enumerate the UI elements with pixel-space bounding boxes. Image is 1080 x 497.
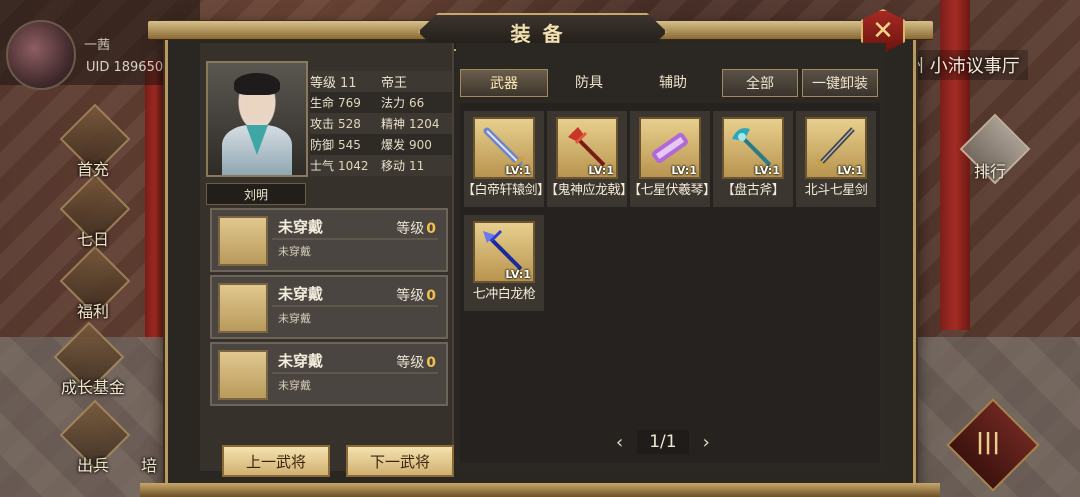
menu-icon: ||| [976, 430, 1001, 455]
stat-value: 900 [409, 138, 432, 152]
side-menu-dispatch[interactable]: 出兵 [58, 399, 131, 476]
slot-title: 未穿戴 [278, 218, 324, 236]
item-frame: LV:1 [639, 117, 701, 179]
item-card[interactable]: LV:1 七冲白龙枪 [464, 215, 544, 311]
item-card[interactable]: LV:1 【七星伏羲琴】 [628, 111, 716, 207]
item-grid: LV:1 【白帝轩辕剑】 LV:1 【鬼神应龙戟】 LV:1 【七星伏羲琴】 L… [460, 103, 880, 463]
item-level: LV:1 [505, 164, 531, 177]
stat-value: 66 [409, 96, 425, 110]
stat-row: 等级 11 帝王 [310, 71, 452, 92]
item-card[interactable]: LV:1 【白帝轩辕剑】 [462, 111, 550, 207]
tab-assist[interactable]: 辅助 [630, 69, 716, 95]
portrait-hair [234, 73, 280, 95]
tabs-row: 武器 防具 辅助 全部 一键卸装 [456, 69, 886, 97]
stat-row: 防御 545 爆发 900 [310, 134, 452, 155]
item-level: LV:1 [505, 268, 531, 281]
item-frame: LV:1 [722, 117, 784, 179]
stat-label: 攻击 [310, 117, 335, 131]
item-name: 【白帝轩辕剑】 [462, 183, 550, 198]
item-frame: LV:1 [473, 117, 535, 179]
stat-label: 等级 [310, 76, 337, 91]
stat-row: 攻击 528 精神 1204 [310, 113, 452, 134]
equip-slot-3[interactable]: 未穿戴 未穿戴 等级 0 [210, 342, 448, 406]
slot-level: 等级 0 [396, 288, 436, 304]
stat-row: 生命 769 法力 66 [310, 92, 452, 113]
hero-portrait [206, 61, 308, 177]
item-frame: LV:1 [805, 117, 867, 179]
stat-value: 769 [338, 96, 361, 110]
empty-slot-icon [218, 350, 268, 400]
next-hero-button[interactable]: 下一武将 [346, 445, 454, 477]
stat-label: 爆发 [381, 138, 406, 152]
stat-value: 545 [338, 138, 361, 152]
item-level: LV:1 [837, 164, 863, 177]
player-name: 一茜 [84, 38, 111, 53]
empty-slot-icon [218, 283, 268, 333]
title-bar: 装备 ✕ [148, 9, 933, 53]
slot-subtitle: 未穿戴 [278, 379, 311, 392]
slot-divider [272, 372, 438, 374]
slot-level: 等级 0 [396, 221, 436, 237]
equip-slot-2[interactable]: 未穿戴 未穿戴 等级 0 [210, 275, 448, 339]
item-card[interactable]: LV:1 北斗七星剑 [796, 111, 876, 207]
pager: ‹ 1/1 › [616, 429, 710, 455]
item-card[interactable]: LV:1 【盘古斧】 [713, 111, 793, 207]
stat-label: 防御 [310, 138, 335, 152]
equip-slot-1[interactable]: 未穿戴 未穿戴 等级 0 [210, 208, 448, 272]
item-level: LV:1 [754, 164, 780, 177]
stat-value: 1042 [338, 159, 369, 173]
slot-title: 未穿戴 [278, 352, 324, 370]
item-level: LV:1 [588, 164, 614, 177]
stat-label: 法力 [381, 96, 406, 110]
rank-button[interactable]: 排行 [959, 113, 1031, 188]
side-menu-welfare[interactable]: 福利 [58, 245, 131, 322]
stat-value: 1204 [409, 117, 440, 131]
stat-label: 移动 [381, 159, 406, 173]
hero-name: 刘明 [206, 183, 306, 205]
stat-label: 生命 [310, 96, 335, 110]
stat-value: 11 [409, 159, 425, 173]
stat-label: 精神 [381, 117, 406, 131]
hero-stats: 等级 11 帝王 生命 769 法力 66 攻击 528 精神 1204 防御 545 爆发… [310, 71, 452, 176]
player-avatar[interactable] [6, 20, 76, 90]
item-frame: LV:1 [556, 117, 618, 179]
background-pillar [145, 60, 165, 340]
equipment-dialog: 装备 ✕ 刘明 等级 11 帝王 生命 769 法力 66 攻击 528 精神 1204 [148, 9, 933, 486]
item-card[interactable]: LV:1 【鬼神应龙戟】 [545, 111, 633, 207]
side-menu-first-charge[interactable]: 首充 [58, 103, 131, 180]
bottom-border [140, 483, 940, 497]
stat-value: 11 [340, 76, 357, 91]
page-prev-icon[interactable]: ‹ [616, 432, 623, 453]
player-uid: UID 1896505 [86, 60, 172, 75]
item-level: LV:1 [671, 164, 697, 177]
item-name: 【鬼神应龙戟】 [545, 183, 633, 198]
slot-divider [272, 238, 438, 240]
slot-title: 未穿戴 [278, 285, 324, 303]
page-indicator: 1/1 [637, 430, 689, 454]
item-frame: LV:1 [473, 221, 535, 283]
slot-divider [272, 305, 438, 307]
stat-row: 士气 1042 移动 11 [310, 155, 452, 176]
item-name: 七冲白龙枪 [472, 287, 536, 302]
filter-all-button[interactable]: 全部 [722, 69, 798, 97]
tab-weapon[interactable]: 武器 [460, 69, 548, 97]
unequip-all-button[interactable]: 一键卸装 [802, 69, 878, 97]
hero-panel: 刘明 等级 11 帝王 生命 769 法力 66 攻击 528 精神 1204 防御 545… [200, 43, 454, 477]
item-name: 【七星伏羲琴】 [628, 183, 716, 198]
page-next-icon[interactable]: › [703, 432, 710, 453]
inventory-panel: 武器 防具 辅助 全部 一键卸装 LV:1 【白帝轩辕剑】 LV:1 【鬼神应龙… [456, 43, 886, 471]
slot-subtitle: 未穿戴 [278, 245, 311, 258]
item-name: 【盘古斧】 [721, 183, 785, 198]
stat-label: 帝王 [381, 76, 408, 91]
stat-value: 528 [338, 117, 361, 131]
slot-level: 等级 0 [396, 355, 436, 371]
side-menu-growth-fund[interactable]: 成长基金 [52, 321, 134, 398]
stat-label: 士气 [310, 159, 335, 173]
prev-hero-button[interactable]: 上一武将 [222, 445, 330, 477]
item-name: 北斗七星剑 [804, 183, 868, 198]
empty-slot-icon [218, 216, 268, 266]
tab-armor[interactable]: 防具 [546, 69, 632, 95]
slot-subtitle: 未穿戴 [278, 312, 311, 325]
side-menu-seven-days[interactable]: 七日 [58, 173, 131, 250]
